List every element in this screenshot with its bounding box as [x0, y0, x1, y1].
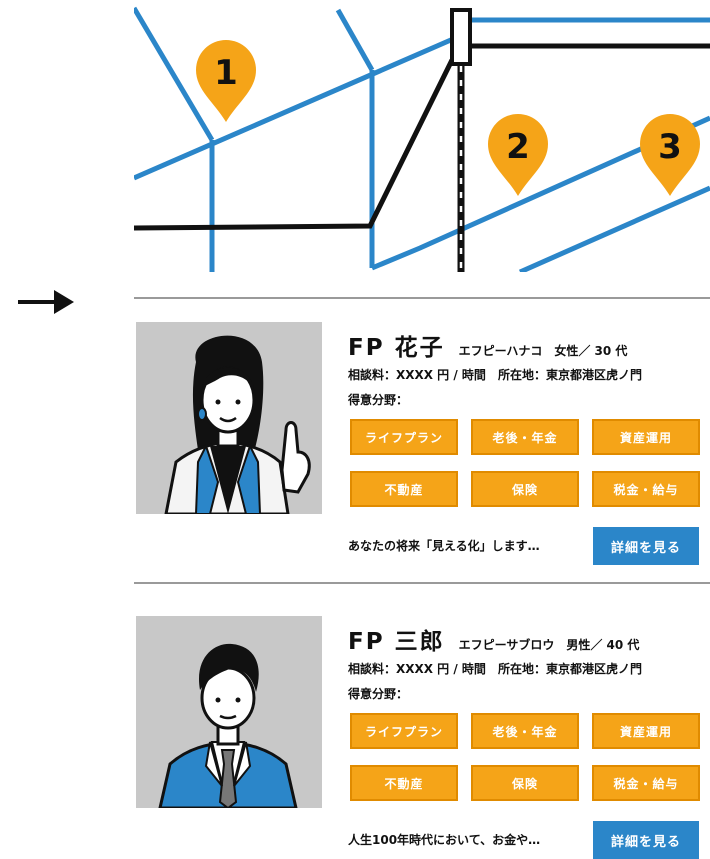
tag-asset-management[interactable]: 資産運用 — [592, 419, 700, 455]
advisor-location: 所在地：東京都港区虎ノ門 — [497, 368, 642, 382]
advisor-card: FP 花子 エフピーハナコ 女性／ 30 代 相談料：XXXX 円 / 時間 所在地：… — [0, 322, 710, 565]
specialty-label: 得意分野： — [348, 393, 409, 407]
tag-asset-management[interactable]: 資産運用 — [592, 713, 700, 749]
map-canvas: 1 2 3 — [134, 6, 710, 272]
advisor-card: FP 三郎 エフピーサブロウ 男性／ 40 代 相談料：XXXX 円 / 時間 所在地… — [0, 616, 710, 859]
tag-insurance[interactable]: 保険 — [471, 765, 579, 801]
tag-life-plan[interactable]: ライフプラン — [350, 419, 458, 455]
map-pin-label: 1 — [214, 53, 238, 93]
tag-tax-salary[interactable]: 税金・給与 — [592, 471, 700, 507]
advisor-description: 人生100年時代において、お金や… — [348, 833, 541, 847]
tag-pension[interactable]: 老後・年金 — [471, 713, 579, 749]
tag-insurance[interactable]: 保険 — [471, 471, 579, 507]
divider — [134, 297, 710, 299]
advisor-kana: エフピーサブロウ — [458, 638, 555, 652]
advisor-fee: 相談料：XXXX 円 / 時間 — [348, 662, 486, 676]
arrow-right-icon — [18, 290, 74, 314]
map-pin-1[interactable]: 1 — [196, 40, 256, 122]
advisor-kana: エフピーハナコ — [458, 344, 543, 358]
advisor-avatar — [136, 322, 322, 514]
detail-button[interactable]: 詳細を見る — [593, 821, 699, 859]
tag-pension[interactable]: 老後・年金 — [471, 419, 579, 455]
tag-real-estate[interactable]: 不動産 — [350, 765, 458, 801]
tag-real-estate[interactable]: 不動産 — [350, 471, 458, 507]
advisor-name: FP 三郎 — [348, 629, 445, 655]
map-pin-3[interactable]: 3 — [640, 114, 700, 196]
advisor-fee: 相談料：XXXX 円 / 時間 — [348, 368, 486, 382]
advisor-meta: 相談料：XXXX 円 / 時間 所在地：東京都港区虎ノ門 — [348, 660, 642, 677]
map-pin-label: 2 — [506, 127, 530, 167]
advisor-header: FP 三郎 エフピーサブロウ 男性／ 40 代 — [348, 622, 639, 656]
map-pin-2[interactable]: 2 — [488, 114, 548, 196]
detail-button[interactable]: 詳細を見る — [593, 527, 699, 565]
specialty-label: 得意分野： — [348, 687, 409, 701]
map-view[interactable]: 1 2 3 — [0, 0, 710, 280]
advisor-meta: 相談料：XXXX 円 / 時間 所在地：東京都港区虎ノ門 — [348, 366, 642, 383]
tag-life-plan[interactable]: ライフプラン — [350, 713, 458, 749]
station-icon — [450, 8, 472, 66]
advisor-description: あなたの将来「見える化」します… — [348, 539, 540, 553]
tag-tax-salary[interactable]: 税金・給与 — [592, 765, 700, 801]
advisor-gender-age: 女性／ 30 代 — [554, 344, 628, 358]
advisor-location: 所在地：東京都港区虎ノ門 — [497, 662, 642, 676]
advisor-name: FP 花子 — [348, 335, 445, 361]
divider — [134, 582, 710, 584]
advisor-avatar — [136, 616, 322, 808]
map-pin-label: 3 — [658, 127, 682, 167]
advisor-header: FP 花子 エフピーハナコ 女性／ 30 代 — [348, 328, 627, 362]
advisor-gender-age: 男性／ 40 代 — [566, 638, 640, 652]
